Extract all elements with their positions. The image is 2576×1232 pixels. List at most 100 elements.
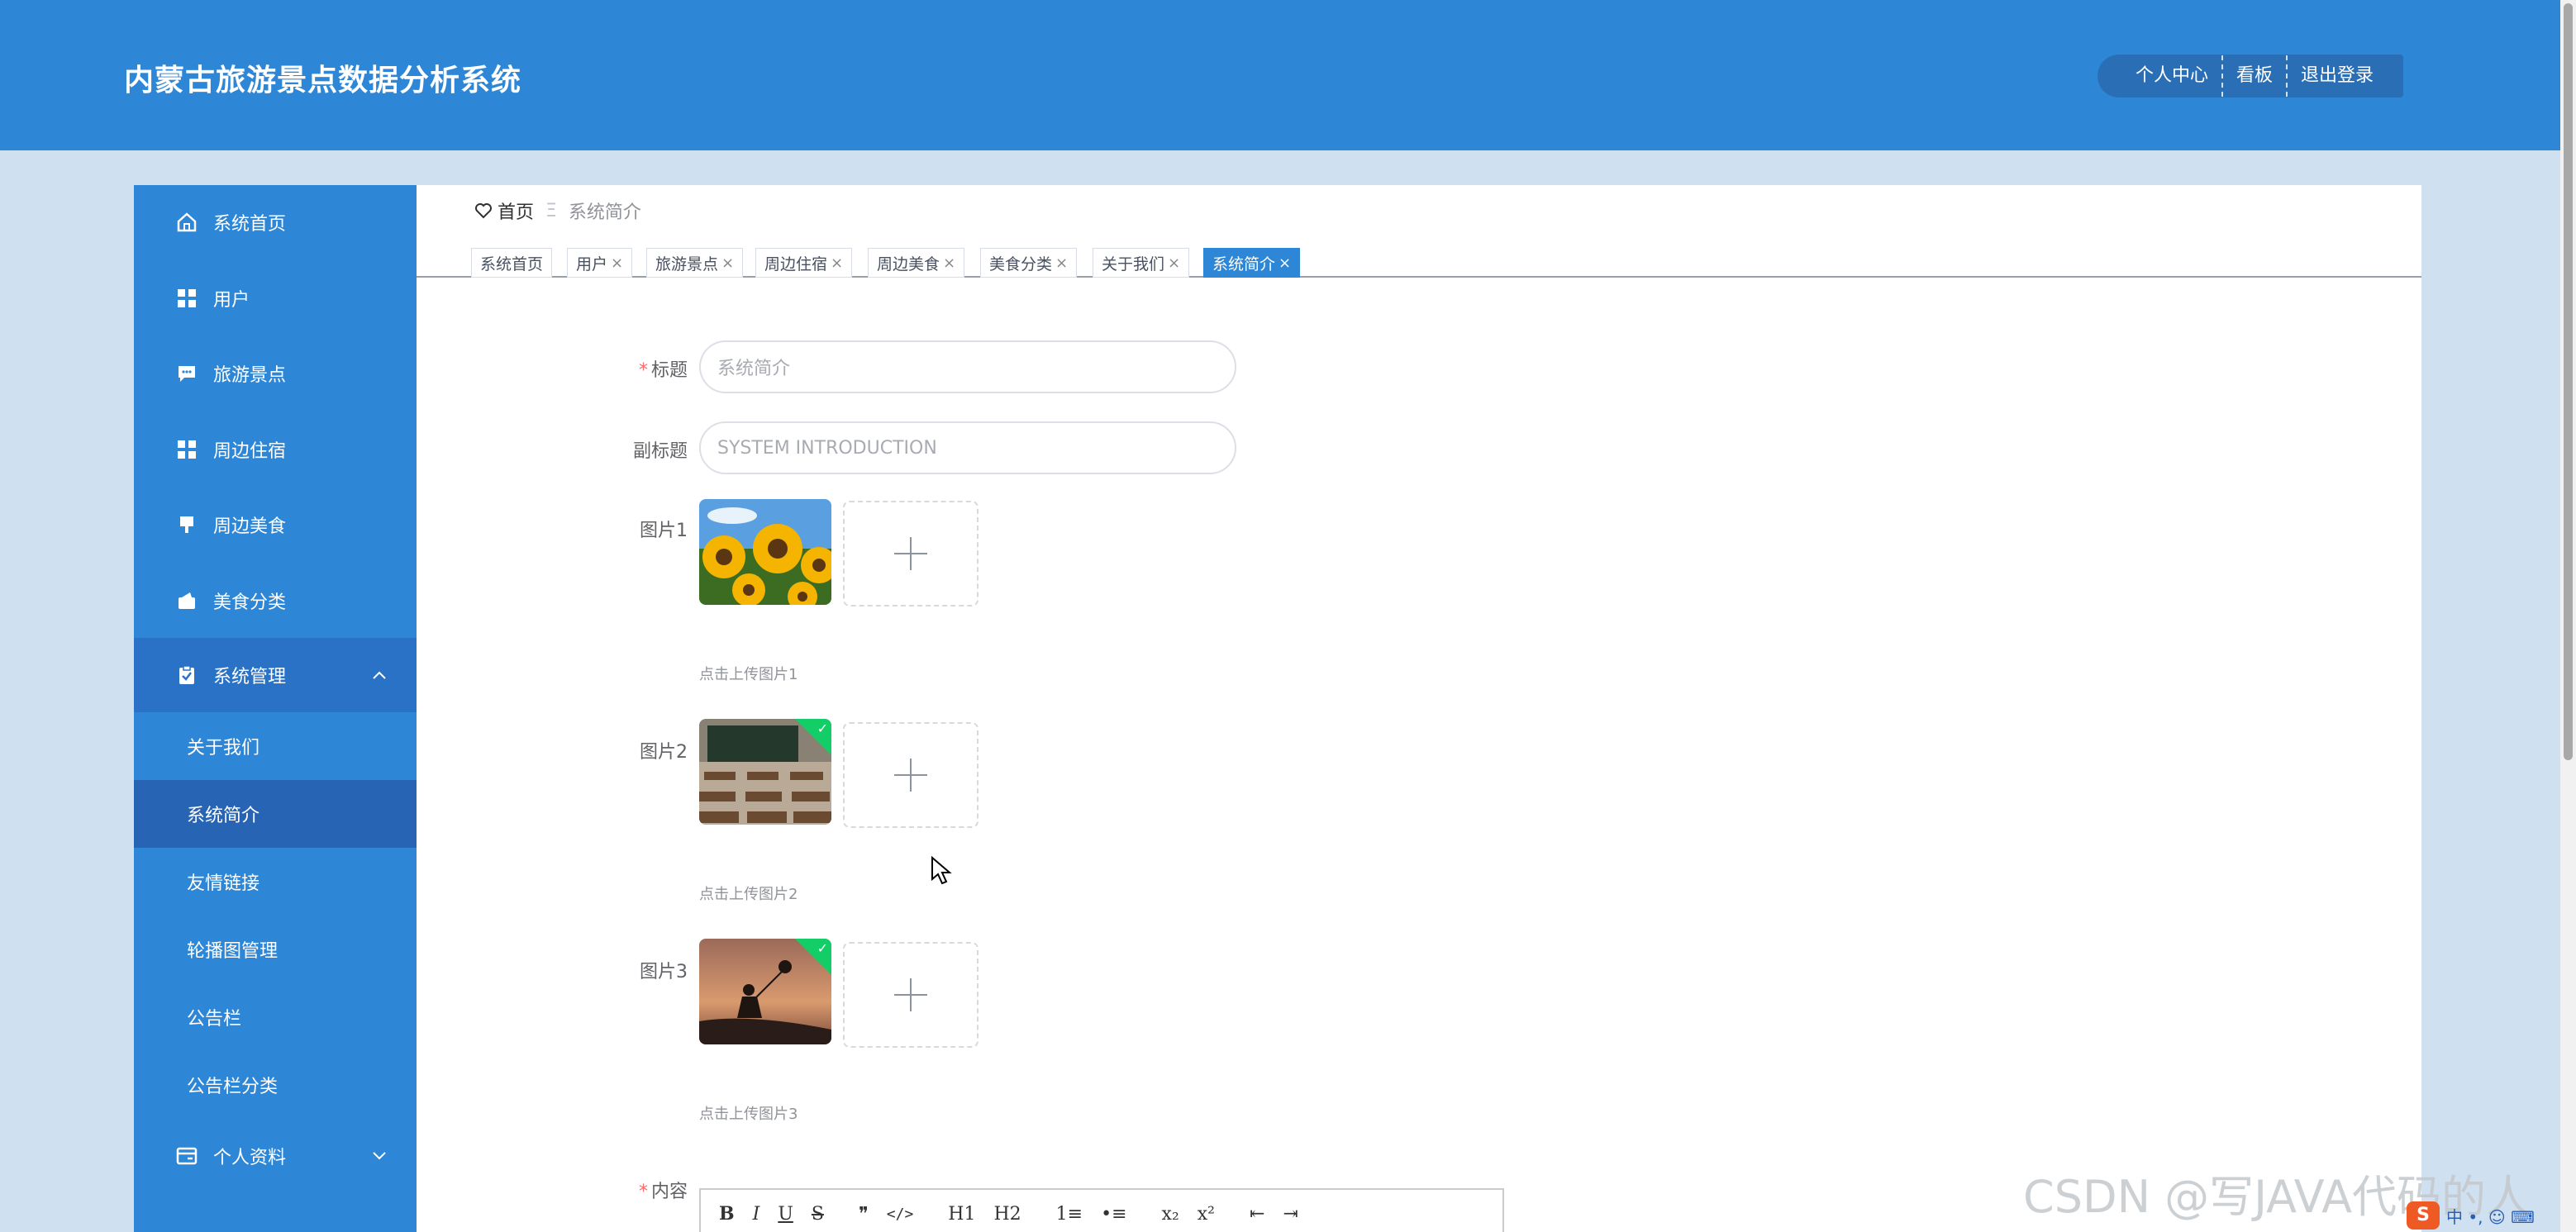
tab-label: 美食分类: [989, 254, 1053, 274]
sidebar-item-food[interactable]: 周边美食: [134, 488, 417, 562]
sidebar-item-scenic-spots[interactable]: 旅游景点: [134, 336, 417, 411]
sidebar-item-label: 用户: [213, 290, 250, 311]
image2-thumbnail[interactable]: ✓: [699, 719, 831, 825]
sidebar-item-label: 周边美食: [213, 516, 287, 537]
sidebar-item-about-us[interactable]: 关于我们: [134, 712, 417, 780]
sidebar-item-profile[interactable]: 个人资料: [134, 1119, 417, 1193]
tab-label: 用户: [576, 254, 608, 274]
heading1-button[interactable]: H1: [948, 1204, 975, 1225]
outdent-button[interactable]: ⇤: [1250, 1204, 1264, 1225]
sidebar-item-label: 旅游景点: [213, 365, 287, 386]
code-block-button[interactable]: </>: [887, 1206, 914, 1223]
image2-upload-button[interactable]: [843, 722, 978, 828]
ordered-list-button[interactable]: 1≡: [1056, 1204, 1083, 1225]
image3-upload-button[interactable]: [843, 942, 978, 1048]
blockquote-button[interactable]: ❞: [859, 1204, 869, 1225]
tab-home[interactable]: 系统首页: [471, 248, 553, 278]
check-icon: ✓: [817, 940, 828, 956]
tab-food-category[interactable]: 美食分类 ×: [980, 248, 1078, 278]
breadcrumb-separator: Ξ: [545, 200, 557, 221]
sidebar-item-system-intro[interactable]: 系统简介: [134, 780, 417, 848]
nav-divider: [2221, 55, 2224, 97]
tab-label: 周边住宿: [764, 254, 828, 274]
breadcrumb-home[interactable]: 首页: [474, 197, 534, 224]
subtitle-label: 副标题: [632, 441, 688, 462]
italic-button[interactable]: I: [753, 1204, 760, 1225]
heart-icon: [475, 203, 492, 219]
heading2-button[interactable]: H2: [993, 1204, 1021, 1225]
close-icon[interactable]: ×: [1278, 254, 1291, 272]
content-label: * 内容: [638, 1182, 688, 1202]
bold-button[interactable]: B: [719, 1203, 735, 1225]
page-scrollbar[interactable]: [2560, 0, 2576, 1232]
plus-icon: [894, 759, 927, 792]
title-label: * 标题: [638, 360, 688, 381]
superscript-button[interactable]: x²: [1198, 1204, 1215, 1225]
tabs-bar: 系统首页 用户 × 旅游景点 × 周边住宿 × 周边美食 × 美食分类 × 关于我们 × 系…: [417, 231, 2421, 278]
subscript-button[interactable]: x₂: [1162, 1204, 1179, 1225]
sidebar-item-label: 美食分类: [213, 592, 287, 613]
personal-center-button[interactable]: 个人中心: [2122, 55, 2221, 98]
tab-scenic-spots[interactable]: 旅游景点 ×: [646, 248, 744, 278]
plus-icon: [894, 978, 927, 1011]
plus-icon: [894, 537, 927, 570]
chevron-up-icon: [372, 664, 387, 685]
sidebar-item-users[interactable]: 用户: [134, 261, 417, 335]
tab-food[interactable]: 周边美食 ×: [868, 248, 965, 278]
close-icon[interactable]: ×: [943, 254, 955, 272]
close-icon[interactable]: ×: [721, 254, 734, 272]
image3-label: 图片3: [640, 962, 688, 982]
wallet-icon: [175, 589, 198, 612]
image1-upload-button[interactable]: [843, 501, 978, 606]
ime-toolbar[interactable]: S 中 •, ☺ ⌨: [2407, 1201, 2535, 1230]
sidebar-item-label: 系统管理: [213, 667, 287, 687]
tab-about-us[interactable]: 关于我们 ×: [1093, 248, 1190, 278]
sidebar-item-lodging[interactable]: 周边住宿: [134, 412, 417, 487]
chevron-down-icon: [372, 1145, 387, 1166]
close-icon[interactable]: ×: [831, 254, 843, 272]
sidebar-item-system-management[interactable]: 系统管理: [134, 638, 417, 712]
sidebar-item-friend-links[interactable]: 友情链接: [134, 848, 417, 916]
title-input[interactable]: [699, 340, 1236, 393]
card-icon: [175, 1144, 198, 1168]
strike-button[interactable]: S: [812, 1204, 824, 1225]
sidebar-item-home[interactable]: 系统首页: [134, 185, 417, 259]
indent-button[interactable]: ⇥: [1283, 1204, 1298, 1225]
underline-button[interactable]: U: [778, 1204, 793, 1225]
image2-label: 图片2: [640, 742, 688, 763]
logout-button[interactable]: 退出登录: [2288, 55, 2387, 98]
chat-icon: [175, 362, 198, 385]
close-icon[interactable]: ×: [1168, 254, 1180, 272]
bullet-list-button[interactable]: •≡: [1101, 1204, 1126, 1225]
app-title: 内蒙古旅游景点数据分析系统: [124, 64, 522, 98]
breadcrumb-home-label: 首页: [498, 202, 535, 223]
dashboard-button[interactable]: 看板: [2223, 55, 2286, 98]
image2-upload-tip: 点击上传图片2: [699, 886, 798, 903]
breadcrumb: 首页 Ξ 系统简介: [474, 197, 641, 225]
sidebar-item-label: 系统首页: [213, 214, 287, 235]
grid-icon: [175, 287, 198, 310]
sidebar-item-carousel[interactable]: 轮播图管理: [134, 916, 417, 983]
close-icon[interactable]: ×: [1055, 254, 1068, 272]
sidebar-item-label: 个人资料: [213, 1148, 287, 1168]
tab-users[interactable]: 用户 ×: [567, 248, 633, 278]
breadcrumb-current: 系统简介: [568, 202, 641, 223]
mouse-cursor-icon: [931, 855, 952, 889]
subtitle-input[interactable]: [699, 421, 1236, 474]
image1-label: 图片1: [640, 521, 688, 541]
close-icon[interactable]: ×: [611, 254, 623, 272]
tab-system-intro[interactable]: 系统简介 ×: [1203, 248, 1301, 278]
tab-lodging[interactable]: 周边住宿 ×: [755, 248, 853, 278]
image1-upload-tip: 点击上传图片1: [699, 666, 798, 683]
brush-icon: [175, 513, 198, 536]
sidebar-item-notice-category[interactable]: 公告栏分类: [134, 1051, 417, 1119]
scrollbar-thumb[interactable]: [2564, 3, 2573, 760]
check-icon: ✓: [817, 721, 828, 736]
image3-thumbnail[interactable]: ✓: [699, 939, 831, 1044]
tab-label: 周边美食: [877, 254, 940, 274]
sidebar-item-food-category[interactable]: 美食分类: [134, 564, 417, 638]
tab-label: 系统首页: [480, 254, 544, 274]
image1-thumbnail[interactable]: [699, 499, 831, 605]
clipboard-icon: [175, 664, 198, 687]
sidebar-item-notice-board[interactable]: 公告栏: [134, 983, 417, 1051]
